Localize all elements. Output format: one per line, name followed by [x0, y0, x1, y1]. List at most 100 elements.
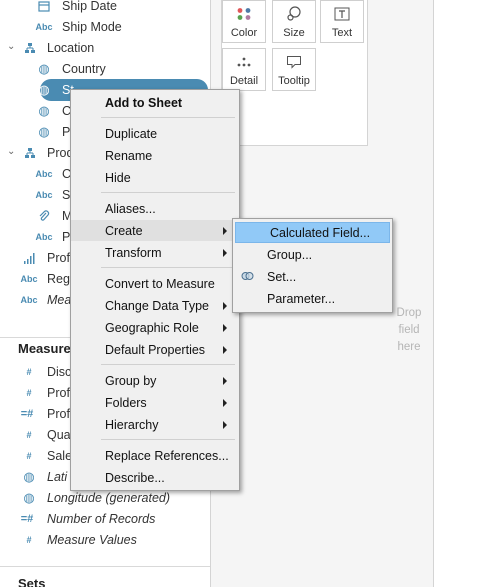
menu-label: Convert to Measure [105, 276, 215, 291]
menu-item-rename[interactable]: Rename [71, 145, 239, 166]
chevron-right-icon [223, 420, 227, 429]
menu-item-group-by[interactable]: Group by [71, 370, 239, 391]
field-label: Ship Date [62, 0, 117, 13]
section-divider [0, 566, 210, 567]
drop-field-hint: Drop field here [390, 305, 428, 356]
menu-item-create[interactable]: Create [71, 220, 239, 241]
color-icon [223, 6, 265, 22]
chevron-right-icon [223, 248, 227, 257]
field-label: Prof [47, 407, 70, 421]
menu-item-group[interactable]: Group... [233, 244, 392, 265]
chevron-right-icon [223, 376, 227, 385]
size-label: Size [283, 27, 305, 39]
field-label: Number of Records [47, 512, 156, 526]
field-measure-values[interactable]: # Measure Values [0, 530, 210, 550]
drop-hint-line: Drop [396, 307, 422, 319]
field-label: Qua [47, 428, 71, 442]
field-ship-date[interactable]: Ship Date [0, 0, 210, 16]
hash-icon: # [26, 535, 32, 545]
menu-item-replace-references[interactable]: Replace References... [71, 445, 239, 466]
tooltip-label: Tooltip [278, 75, 310, 87]
menu-item-folders[interactable]: Folders [71, 392, 239, 413]
field-label: Measure Values [47, 533, 137, 547]
detail-button[interactable]: Detail [222, 48, 266, 91]
menu-label: Add to Sheet [105, 95, 183, 110]
canvas-divider [433, 0, 434, 587]
hierarchy-icon [22, 146, 38, 160]
color-label: Color [230, 27, 258, 39]
detail-icon [223, 54, 265, 70]
tooltip-button[interactable]: Tooltip [272, 48, 316, 91]
field-longitude[interactable]: ◍ Longitude (generated) [0, 488, 210, 508]
menu-label: Folders [105, 395, 147, 410]
menu-item-default-properties[interactable]: Default Properties [71, 339, 239, 360]
menu-label: Group... [267, 247, 313, 262]
menu-label: Change Data Type [105, 298, 210, 313]
create-submenu: Calculated Field... Group... Set... Para… [232, 218, 393, 313]
globe-icon: ◍ [38, 61, 50, 76]
menu-label: Hierarchy [105, 417, 159, 432]
menu-item-hierarchy[interactable]: Hierarchy [71, 414, 239, 435]
sets-section-header: Sets [18, 576, 46, 587]
chevron-right-icon [223, 345, 227, 354]
bins-icon [21, 251, 37, 265]
measures-section-header: Measure [18, 341, 71, 356]
paperclip-icon [36, 209, 52, 223]
globe-icon: ◍ [38, 82, 50, 97]
tooltip-icon [273, 54, 315, 70]
menu-item-add-to-sheet[interactable]: Add to Sheet [71, 92, 239, 113]
field-ship-mode[interactable]: Abc Ship Mode [0, 17, 210, 37]
menu-item-hide[interactable]: Hide [71, 167, 239, 188]
text-button[interactable]: Text [320, 0, 364, 43]
chevron-down-icon[interactable]: ⌄ [7, 41, 17, 53]
field-label: Sale [47, 449, 73, 463]
field-label: Longitude (generated) [47, 491, 171, 505]
detail-label: Detail [229, 75, 259, 87]
hash-icon: # [26, 367, 32, 377]
menu-label: Geographic Role [105, 320, 199, 335]
menu-item-convert-to-measure[interactable]: Convert to Measure [71, 273, 239, 294]
field-number-of-records[interactable]: =# Number of Records [0, 509, 210, 529]
menu-label: Transform [105, 245, 162, 260]
abc-icon: Abc [35, 169, 53, 179]
field-country[interactable]: ◍ Country [0, 59, 210, 79]
abc-icon: Abc [35, 190, 53, 200]
globe-icon: ◍ [38, 124, 50, 139]
chevron-down-icon[interactable]: ⌄ [7, 146, 17, 158]
menu-item-transform[interactable]: Transform [71, 242, 239, 263]
menu-item-describe[interactable]: Describe... [71, 467, 239, 488]
chevron-right-icon [223, 226, 227, 235]
menu-item-calculated-field[interactable]: Calculated Field... [235, 222, 390, 243]
abc-icon: Abc [20, 295, 38, 305]
globe-icon: ◍ [38, 103, 50, 118]
chevron-right-icon [223, 323, 227, 332]
hash-icon: # [26, 451, 32, 461]
field-label: Country [62, 62, 106, 76]
field-context-menu: Add to Sheet Duplicate Rename Hide Alias… [70, 89, 240, 491]
menu-item-change-data-type[interactable]: Change Data Type [71, 295, 239, 316]
color-button[interactable]: Color [222, 0, 266, 43]
menu-item-geographic-role[interactable]: Geographic Role [71, 317, 239, 338]
menu-item-parameter[interactable]: Parameter... [233, 288, 392, 309]
menu-item-duplicate[interactable]: Duplicate [71, 123, 239, 144]
menu-label: Rename [105, 148, 153, 163]
marks-card: Color Size Text Detail Tooltip [221, 0, 368, 146]
menu-item-set[interactable]: Set... [233, 266, 392, 287]
menu-label: Group by [105, 373, 157, 388]
menu-label: Set... [267, 269, 297, 284]
drop-hint-line: field [398, 324, 420, 336]
size-icon [273, 6, 315, 22]
field-label: Location [47, 41, 95, 55]
menu-separator [101, 439, 235, 440]
abc-icon: Abc [35, 232, 53, 242]
menu-label: Create [105, 223, 143, 238]
size-button[interactable]: Size [272, 0, 316, 43]
drop-hint-line: here [397, 341, 421, 353]
hierarchy-location[interactable]: ⌄ Location [0, 38, 210, 58]
text-label: Text [331, 27, 353, 39]
field-label: Lati [47, 470, 68, 484]
menu-label: Hide [105, 170, 131, 185]
menu-label: Duplicate [105, 126, 158, 141]
menu-item-aliases[interactable]: Aliases... [71, 198, 239, 219]
field-label: Prof [47, 251, 70, 265]
